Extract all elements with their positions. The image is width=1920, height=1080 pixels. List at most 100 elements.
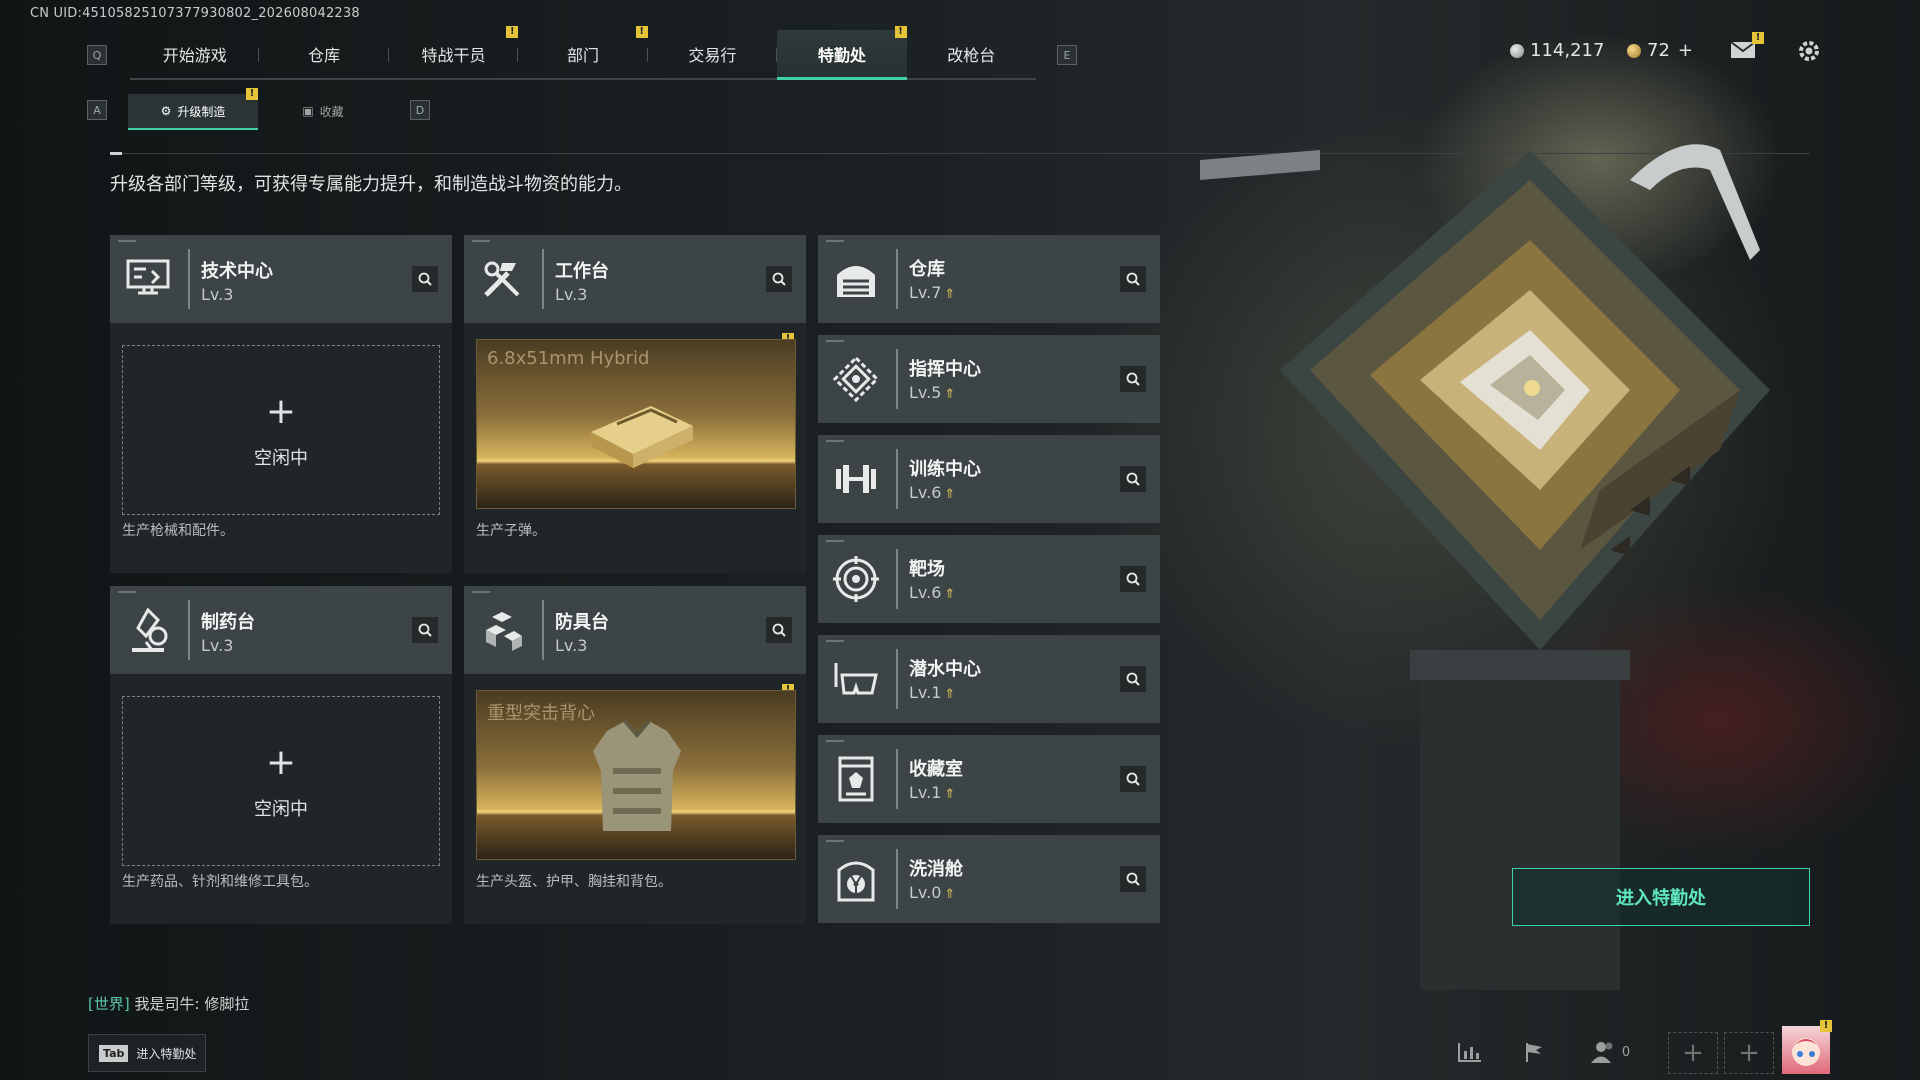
subtab-upgrade-craft[interactable]: ⚙ 升级制造 ! xyxy=(128,88,258,130)
tab-department[interactable]: 部门 ! xyxy=(518,26,648,78)
settings-gear-icon[interactable] xyxy=(1796,38,1822,64)
avatar[interactable]: ! xyxy=(1782,1020,1832,1074)
facility-diving-center[interactable]: 潜水中心 Lv.1 ⇑ xyxy=(818,635,1160,723)
tab-warehouse[interactable]: 仓库 xyxy=(259,30,389,78)
workshop-description: 生产枪械和配件。 xyxy=(122,523,234,539)
search-icon[interactable] xyxy=(766,266,792,292)
workshop-level: Lv.3 xyxy=(201,636,234,655)
enter-special-ops-button[interactable]: 进入特勤处 xyxy=(1512,868,1810,926)
subtab-collection[interactable]: ▣ 收藏 xyxy=(258,94,388,128)
search-icon[interactable] xyxy=(1120,666,1146,692)
silver-amount: 114,217 xyxy=(1530,40,1605,61)
page-description: 升级各部门等级，可获得专属能力提升，和制造战斗物资的能力。 xyxy=(110,174,632,195)
facility-level: Lv.0 ⇑ xyxy=(909,883,955,902)
upgrade-arrow-icon: ⇑ xyxy=(944,487,956,502)
special-ops-cube-illustration xyxy=(1160,90,1880,990)
nav-prev-key-hint: Q xyxy=(87,45,107,65)
search-icon[interactable] xyxy=(1120,566,1146,592)
header-separator xyxy=(542,600,544,660)
shooting-range-icon xyxy=(830,553,882,605)
search-icon[interactable] xyxy=(1120,466,1146,492)
workshop-header[interactable]: 工作台 Lv.3 xyxy=(464,235,806,323)
tab-start-game[interactable]: 开始游戏 xyxy=(130,30,260,78)
gold-coin-icon xyxy=(1627,43,1641,58)
workshop-card-pharmacy: 制药台 Lv.3 + 空闲中 生产药品、针剂和维修工具包。 xyxy=(110,586,452,924)
facility-warehouse[interactable]: 仓库 Lv.7 ⇑ xyxy=(818,235,1160,323)
silver-currency: 114,217 xyxy=(1510,40,1604,61)
upgrade-arrow-icon: ⇑ xyxy=(944,687,956,702)
subtab-prev-key-hint: A xyxy=(87,100,107,120)
facility-shooting-range[interactable]: 靶场 Lv.6 ⇑ xyxy=(818,535,1160,623)
enter-special-ops-tab-hint[interactable]: Tab 进入特勤处 xyxy=(88,1034,206,1072)
corner-mark xyxy=(472,591,490,593)
workshop-header[interactable]: 防具台 Lv.3 xyxy=(464,586,806,674)
corner-mark xyxy=(826,340,844,342)
flag-icon[interactable] xyxy=(1510,1032,1558,1072)
tab-special-ops[interactable]: 特勤处 ! xyxy=(777,26,907,80)
tab-label: 改枪台 xyxy=(947,46,996,65)
add-teammate-slot[interactable]: + xyxy=(1724,1032,1774,1074)
subtab-label: 升级制造 xyxy=(177,104,226,119)
plus-icon: + xyxy=(1738,1038,1760,1068)
nav-next-key-hint: E xyxy=(1057,45,1077,65)
gold-currency: 72 + xyxy=(1627,40,1693,61)
production-slot-empty[interactable]: + 空闲中 xyxy=(122,345,440,515)
search-icon[interactable] xyxy=(1120,766,1146,792)
divider-accent xyxy=(110,152,122,155)
level-text: Lv.0 xyxy=(909,883,942,902)
tab-label: 部门 xyxy=(566,46,599,65)
tab-label: 开始游戏 xyxy=(162,46,227,65)
level-text: Lv.1 xyxy=(909,683,942,702)
mail-icon[interactable]: ! xyxy=(1728,32,1764,62)
collection-room-icon xyxy=(830,753,882,805)
search-icon[interactable] xyxy=(412,266,438,292)
add-teammate-slot[interactable]: + xyxy=(1668,1032,1718,1074)
search-icon[interactable] xyxy=(1120,366,1146,392)
add-gold-button[interactable]: + xyxy=(1678,40,1693,61)
search-icon[interactable] xyxy=(412,617,438,643)
facility-level: Lv.6 ⇑ xyxy=(909,483,955,502)
upgrade-arrow-icon: ⇑ xyxy=(944,787,956,802)
silver-coin-icon xyxy=(1510,43,1524,58)
production-slot-active[interactable]: 6.8x51mm Hybrid xyxy=(476,339,796,509)
workshop-card-armor-bench: 防具台 Lv.3 ! 重型突击背心 生产头盔、护甲、胸挂和背包。 xyxy=(464,586,806,924)
search-icon[interactable] xyxy=(1120,866,1146,892)
tab-gunsmith[interactable]: 改枪台 xyxy=(907,30,1036,78)
search-icon[interactable] xyxy=(766,617,792,643)
tab-trading[interactable]: 交易行 xyxy=(648,30,778,78)
add-production-icon: + xyxy=(265,742,297,783)
header-separator xyxy=(896,649,898,709)
facility-level: Lv.6 ⇑ xyxy=(909,583,955,602)
product-name: 6.8x51mm Hybrid xyxy=(487,348,650,369)
command-center-icon xyxy=(830,353,882,405)
production-slot-active[interactable]: 重型突击背心 xyxy=(476,690,796,860)
workshop-name: 防具台 xyxy=(555,612,609,633)
workshop-header[interactable]: 技术中心 Lv.3 xyxy=(110,235,452,323)
pharmacy-icon xyxy=(122,604,174,656)
facility-training-center[interactable]: 训练中心 Lv.6 ⇑ xyxy=(818,435,1160,523)
corner-mark xyxy=(472,240,490,242)
production-slot-empty[interactable]: + 空闲中 xyxy=(122,696,440,866)
friends-button[interactable]: 0 xyxy=(1580,1032,1640,1072)
workshop-card-workbench: 工作台 Lv.3 ! 6.8x51mm Hybrid 生产子弹。 xyxy=(464,235,806,573)
corner-mark xyxy=(826,840,844,842)
upgrade-arrow-icon: ⇑ xyxy=(944,387,956,402)
corner-mark xyxy=(118,240,136,242)
workshop-level: Lv.3 xyxy=(201,285,234,304)
subtab-label: 收藏 xyxy=(319,104,344,119)
tech-center-icon xyxy=(122,253,174,305)
ammo-box-image xyxy=(581,392,701,476)
stats-chart-icon[interactable] xyxy=(1446,1032,1494,1072)
facility-decontamination[interactable]: 洗消舱 Lv.0 ⇑ xyxy=(818,835,1160,923)
tab-operators[interactable]: 特战干员 ! xyxy=(389,26,519,78)
add-production-icon: + xyxy=(265,391,297,432)
search-icon[interactable] xyxy=(1120,266,1146,292)
header-separator xyxy=(896,749,898,809)
facility-level: Lv.5 ⇑ xyxy=(909,383,955,402)
workshop-header[interactable]: 制药台 Lv.3 xyxy=(110,586,452,674)
tab-hint-label: 进入特勤处 xyxy=(136,1046,197,1061)
facility-collection-room[interactable]: 收藏室 Lv.1 ⇑ xyxy=(818,735,1160,823)
workshop-level: Lv.3 xyxy=(555,285,588,304)
facility-command-center[interactable]: 指挥中心 Lv.5 ⇑ xyxy=(818,335,1160,423)
header-separator xyxy=(896,449,898,509)
